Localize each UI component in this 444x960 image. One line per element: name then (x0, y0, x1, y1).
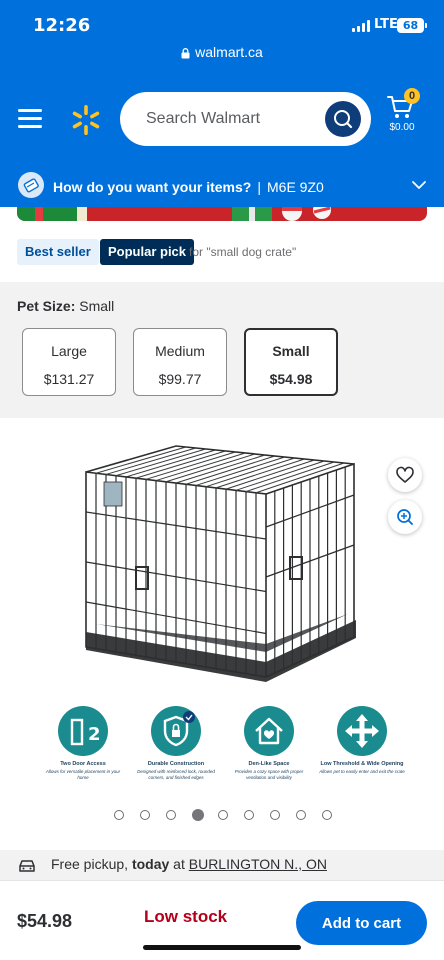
network-label: LTE (374, 17, 398, 32)
bottom-action-bar: $54.98 Low stock Add to cart (0, 880, 444, 960)
search-icon (334, 110, 353, 129)
arrows-expand-icon (337, 706, 387, 756)
variant-selector: Pet Size: Small Large $131.27 Medium $99… (0, 282, 444, 418)
status-bar: 12:26 LTE 68 (0, 0, 444, 44)
variant-option-small[interactable]: Small $54.98 (244, 328, 338, 396)
chevron-down-icon (412, 181, 426, 189)
variant-price: $54.98 (269, 371, 313, 387)
delivery-question: How do you want your items? (53, 179, 252, 195)
feature-durable: Durable Construction Designed with reinf… (133, 706, 219, 780)
house-heart-icon (244, 706, 294, 756)
pickup-when: today (131, 856, 170, 872)
signal-icon (352, 20, 372, 32)
carousel-dot[interactable] (140, 810, 150, 820)
variant-name: Small (272, 343, 310, 359)
carousel-dot[interactable] (244, 810, 254, 820)
variant-option-large[interactable]: Large $131.27 (22, 328, 116, 396)
url-text: walmart.ca (195, 44, 263, 60)
pet-size-label: Pet Size: Small (17, 298, 114, 314)
variant-name: Large (51, 343, 87, 359)
feature-two-door: 2 Two Door Access Allows for versatile p… (40, 706, 126, 780)
shield-lock-icon (151, 706, 201, 756)
postal-code: M6E 9Z0 (267, 179, 324, 195)
product-gallery: 2 Two Door Access Allows for versatile p… (0, 418, 444, 821)
feature-icons-row: 2 Two Door Access Allows for versatile p… (40, 706, 405, 796)
header: 12:26 LTE 68 walmart.ca Search Walmart 0… (0, 0, 444, 207)
variant-price: $99.77 (158, 371, 202, 387)
lock-icon (181, 47, 190, 59)
car-icon (19, 860, 35, 872)
carousel-dot[interactable] (218, 810, 228, 820)
variant-option-medium[interactable]: Medium $99.77 (133, 328, 227, 396)
pickup-info: Free pickup, today at BURLINGTON N., ON (0, 850, 444, 880)
heart-icon (396, 466, 414, 483)
pickup-store-link[interactable]: BURLINGTON N., ON (189, 856, 327, 872)
battery-icon: 68 (397, 18, 427, 33)
feature-den-like: Den-Like Space Provides a cozy space wit… (226, 706, 312, 780)
promo-banner-art (17, 207, 331, 221)
walmart-spark-icon[interactable] (70, 104, 102, 136)
home-indicator[interactable] (143, 945, 301, 950)
best-seller-badge: Best seller (17, 239, 99, 265)
promo-banner[interactable] (17, 207, 427, 221)
feature-low-threshold: Low Threshold & Wide Opening Allows pet … (319, 706, 405, 775)
feature-desc: Designed with reinforced lock, rounded c… (137, 769, 215, 780)
svg-text:2: 2 (88, 724, 101, 745)
status-time: 12:26 (33, 15, 91, 36)
delivery-selector[interactable]: How do you want your items? | M6E 9Z0 (0, 166, 444, 207)
pickup-text: Free pickup, today at BURLINGTON N., ON (51, 856, 327, 872)
pickup-at: at (173, 856, 185, 872)
badge-row: Best seller Popular pick for "small dog … (17, 239, 427, 265)
carousel-dot[interactable] (166, 810, 176, 820)
two-door-icon: 2 (58, 706, 108, 756)
popular-pick-context: for "small dog crate" (189, 245, 297, 259)
feature-title: Durable Construction (147, 761, 205, 767)
search-button[interactable] (325, 101, 361, 137)
carousel-dot[interactable] (296, 810, 306, 820)
hamburger-menu-icon[interactable] (18, 108, 42, 128)
delivery-separator: | (257, 179, 261, 195)
variant-selected-value: Small (79, 298, 115, 314)
add-to-cart-button[interactable]: Add to cart (296, 901, 427, 945)
url-bar[interactable]: walmart.ca (0, 44, 444, 72)
feature-desc: Allows for versatile placement in your h… (45, 769, 121, 780)
feature-desc: Provides a cozy space with proper ventil… (234, 769, 304, 780)
feature-title: Two Door Access (60, 761, 106, 767)
feature-desc: Allows pet to easily enter and exit the … (319, 769, 405, 774)
zoom-in-icon (397, 509, 413, 525)
delivery-icon (18, 172, 44, 198)
zoom-button[interactable] (388, 500, 422, 534)
cart-total: $0.00 (389, 122, 415, 133)
favorite-button[interactable] (388, 458, 422, 492)
carousel-dots (114, 808, 334, 822)
search-box (120, 92, 371, 146)
cart-count-badge: 0 (404, 88, 420, 104)
pickup-prefix: Free pickup, (51, 856, 129, 872)
carousel-dot[interactable] (114, 810, 124, 820)
feature-title: Den-Like Space (248, 761, 290, 767)
carousel-dot[interactable] (192, 809, 204, 821)
variant-label: Pet Size: (17, 298, 76, 314)
search-input[interactable] (146, 92, 336, 146)
variant-name: Medium (155, 343, 205, 359)
delivery-prompt: How do you want your items? | M6E 9Z0 (53, 179, 324, 195)
carousel-dot[interactable] (270, 810, 280, 820)
variant-price: $131.27 (43, 371, 95, 387)
feature-title: Low Threshold & Wide Opening (320, 761, 404, 767)
stock-status: Low stock (144, 907, 228, 926)
popular-pick-badge: Popular pick (100, 239, 195, 265)
sticky-price: $54.98 (17, 911, 73, 931)
cart-button[interactable]: 0 $0.00 (384, 88, 424, 138)
product-image[interactable] (76, 442, 366, 704)
carousel-dot[interactable] (322, 810, 332, 820)
nav-row: 0 $0.00 (0, 86, 444, 150)
